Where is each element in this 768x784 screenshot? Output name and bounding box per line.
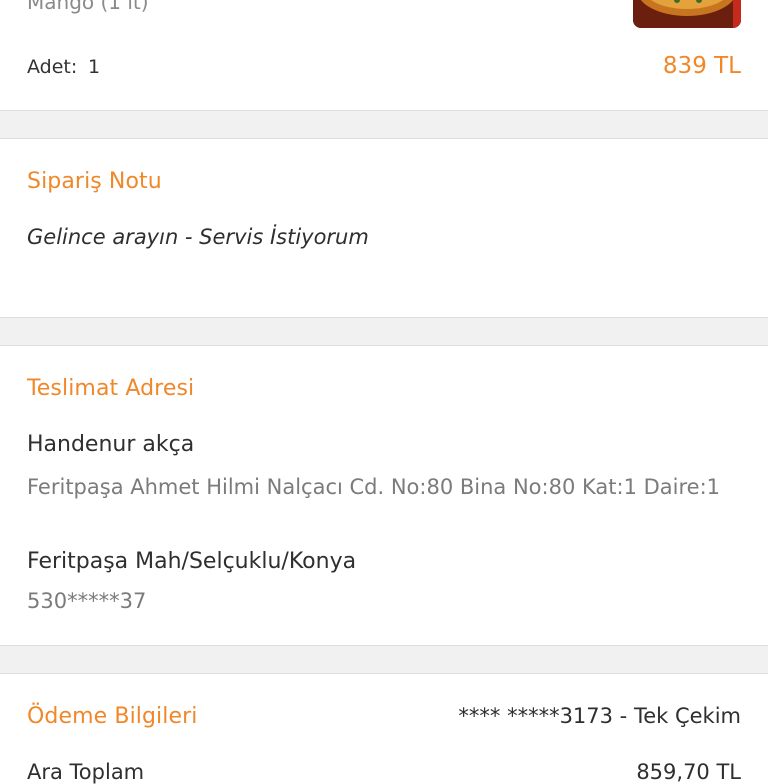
order-note-card: Sipariş Notu Gelince arayın - Servis İst… — [0, 139, 768, 317]
address-district: Feritpaşa Mah/Selçuklu/Konya — [27, 549, 357, 574]
product-card: Mango (1 lt) Adet: 1 839 TL — [0, 0, 768, 110]
order-note-title: Sipariş Notu — [27, 169, 162, 194]
quantity-value: 1 — [88, 56, 101, 78]
recipient-phone: 530*****37 — [27, 589, 147, 613]
section-divider — [0, 110, 768, 139]
delivery-address-title: Teslimat Adresi — [27, 376, 195, 401]
delivery-address-card: Teslimat Adresi Handenur akça Feritpaşa … — [0, 346, 768, 645]
section-divider — [0, 645, 768, 674]
product-extra: Mango (1 lt) — [27, 0, 149, 14]
payment-row-value: 859,70 TL — [636, 760, 741, 784]
payment-row-label: Ara Toplam — [27, 760, 145, 784]
payment-title: Ödeme Bilgileri — [27, 704, 198, 729]
product-price: 839 TL — [662, 53, 741, 79]
recipient-name: Handenur akça — [27, 432, 195, 457]
payment-card: Ödeme Bilgileri **** *****3173 - Tek Çek… — [0, 674, 768, 784]
quantity-label: Adet: — [27, 56, 78, 78]
address-line: Feritpaşa Ahmet Hilmi Nalçacı Cd. No:80 … — [27, 475, 721, 499]
payment-card-info: **** *****3173 - Tek Çekim — [458, 704, 741, 728]
pizza-image — [633, 0, 741, 28]
order-note-text: Gelince arayın - Servis İstiyorum — [27, 225, 369, 249]
section-divider — [0, 317, 768, 346]
